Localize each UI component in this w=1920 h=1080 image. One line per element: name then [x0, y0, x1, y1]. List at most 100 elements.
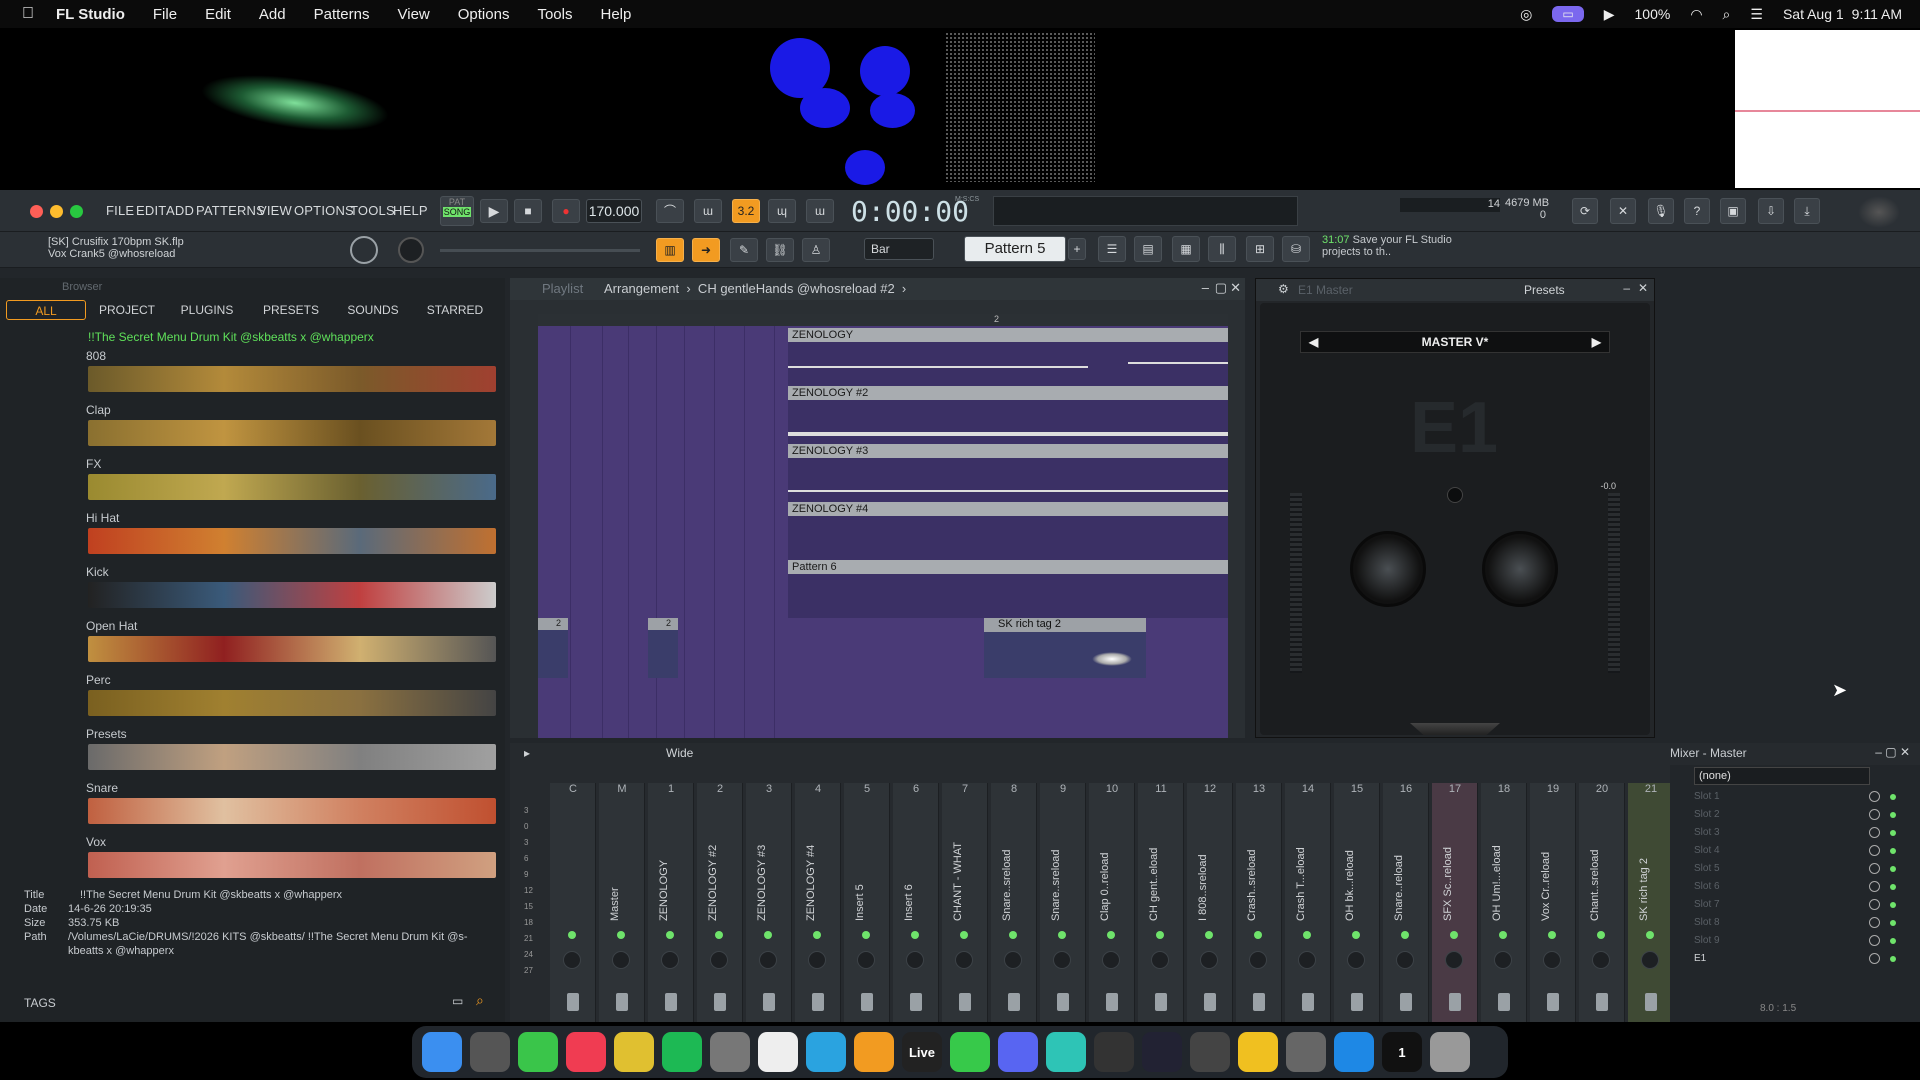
search-icon[interactable]: ⌕ — [476, 992, 484, 1009]
strip-enable-led[interactable] — [813, 931, 821, 939]
discord-icon[interactable] — [998, 1032, 1038, 1072]
playlist-title[interactable]: Playlist — [542, 281, 583, 296]
strip-fader[interactable] — [1449, 993, 1461, 1011]
pat-song-toggle[interactable]: PAT SONG — [440, 196, 474, 226]
strip-fader[interactable] — [1008, 993, 1020, 1011]
help-icon[interactable]: ? — [1684, 198, 1710, 224]
fl-menu-add[interactable]: ADD — [166, 203, 194, 218]
slot-enable-icon[interactable] — [1869, 953, 1880, 964]
strip-pan-knob[interactable] — [612, 951, 630, 969]
prev-preset-icon[interactable]: ◀ — [1309, 332, 1318, 352]
minimize-icon[interactable]: – — [1623, 281, 1630, 295]
app3-icon[interactable] — [1190, 1032, 1230, 1072]
date[interactable]: Sat Aug 1 — [1783, 6, 1844, 22]
playlist-grid[interactable]: ZENOLOGY ZENOLOGY #2 ZENOLOGY #3 ZENOLOG… — [538, 326, 1228, 738]
strip-pan-knob[interactable] — [1102, 951, 1120, 969]
clock[interactable]: 9:11 AM — [1852, 6, 1902, 22]
arrow-tool-button[interactable]: ➜ — [692, 238, 720, 262]
wait-button[interactable]: ɯ — [694, 199, 722, 223]
fl-menu-file[interactable]: FILE — [106, 203, 134, 218]
insert-select[interactable]: (none) — [1694, 767, 1870, 785]
store-button[interactable]: ⛁ — [1282, 236, 1310, 262]
slot-enable-icon[interactable] — [1869, 935, 1880, 946]
mixer-strip[interactable]: 21 SK rich tag 2 — [1628, 783, 1674, 1022]
mixer-strip[interactable]: 16 Snare..reload — [1383, 783, 1429, 1022]
clip-zenology-2-body[interactable] — [788, 400, 1228, 444]
pitch-display[interactable]: 3.2 — [732, 199, 760, 223]
strip-enable-led[interactable] — [1205, 931, 1213, 939]
playlist-breadcrumb[interactable]: Arrangement › CH gentleHands @whosreload… — [604, 281, 906, 296]
folder-clap[interactable]: Clap — [86, 403, 111, 417]
live-icon[interactable]: Live — [902, 1032, 942, 1072]
presets-label[interactable]: Presets — [1524, 283, 1565, 297]
strip-enable-led[interactable] — [666, 931, 674, 939]
mixer-strip[interactable]: 4 ZENOLOGY #4 — [795, 783, 841, 1022]
folder-icon[interactable]: ▭ — [452, 994, 463, 1008]
strip-enable-led[interactable] — [1401, 931, 1409, 939]
record-button[interactable]: ● — [552, 199, 580, 223]
fl-studio-icon[interactable] — [854, 1032, 894, 1072]
menu-options[interactable]: Options — [458, 6, 510, 23]
clip-zenology-2[interactable]: ZENOLOGY #2 — [788, 386, 1228, 400]
close-icon[interactable]: ✕ — [1638, 281, 1648, 295]
folder-open-hat[interactable]: Open Hat — [86, 619, 137, 633]
strip-fader[interactable] — [1253, 993, 1265, 1011]
one-icon[interactable]: 1 — [1382, 1032, 1422, 1072]
mixer-strip[interactable]: 5 Insert 5 — [844, 783, 890, 1022]
menu-view[interactable]: View — [398, 6, 430, 23]
folder-perc[interactable]: Perc — [86, 673, 111, 687]
strip-enable-led[interactable] — [1303, 931, 1311, 939]
slot-enable-icon[interactable] — [1869, 791, 1880, 802]
audio-clip-sk-rich-tag[interactable]: SK rich tag 2 — [984, 618, 1146, 678]
mixer-strip[interactable]: 2 ZENOLOGY #2 — [697, 783, 743, 1022]
telegram-icon[interactable] — [806, 1032, 846, 1072]
refresh-icon[interactable]: ⟳ — [1572, 198, 1598, 224]
clip-zenology-3-body[interactable] — [788, 458, 1228, 502]
strip-pan-knob[interactable] — [1151, 951, 1169, 969]
mixer-view-button[interactable]: ⫼ — [1208, 236, 1236, 262]
strip-enable-led[interactable] — [1107, 931, 1115, 939]
effect-slot[interactable]: Slot 6 — [1680, 881, 1900, 897]
strip-fader[interactable] — [665, 993, 677, 1011]
strip-enable-led[interactable] — [1548, 931, 1556, 939]
app4-icon[interactable] — [1238, 1032, 1278, 1072]
slot-enable-icon[interactable] — [1869, 881, 1880, 892]
strip-enable-led[interactable] — [1499, 931, 1507, 939]
piano-roll-button[interactable]: ▥ — [656, 238, 684, 262]
strip-fader[interactable] — [959, 993, 971, 1011]
strip-fader[interactable] — [1302, 993, 1314, 1011]
mixer-strip[interactable]: 13 Crash..sreload — [1236, 783, 1282, 1022]
mixer-strip[interactable]: 3 ZENOLOGY #3 — [746, 783, 792, 1022]
browser-title[interactable]: Browser — [62, 281, 102, 293]
mixer-title[interactable]: Mixer - Master — [1670, 746, 1747, 760]
strip-pan-knob[interactable] — [1543, 951, 1561, 969]
clip-zenology-4[interactable]: ZENOLOGY #4 — [788, 502, 1228, 516]
slot-enable-icon[interactable] — [1869, 845, 1880, 856]
mixer-strip[interactable]: 6 Insert 6 — [893, 783, 939, 1022]
clip-zenology-body[interactable] — [788, 342, 1228, 386]
strip-pan-knob[interactable] — [955, 951, 973, 969]
battery-percent[interactable]: 100% — [1635, 6, 1671, 22]
strip-enable-led[interactable] — [1597, 931, 1605, 939]
menu-add[interactable]: Add — [259, 6, 286, 23]
audio-clip-small[interactable]: 2 — [648, 618, 678, 678]
tags-label[interactable]: TAGS — [24, 996, 56, 1010]
fl-menu-options[interactable]: OPTIONS — [294, 203, 354, 218]
strip-pan-knob[interactable] — [1494, 951, 1512, 969]
music-icon[interactable] — [566, 1032, 606, 1072]
disk-icon[interactable] — [1286, 1032, 1326, 1072]
messages-icon[interactable] — [518, 1032, 558, 1072]
strip-fader[interactable] — [1645, 993, 1657, 1011]
strip-fader[interactable] — [812, 993, 824, 1011]
snap-select[interactable]: Bar — [864, 238, 934, 260]
effect-slot[interactable]: Slot 5 — [1680, 863, 1900, 879]
effect-slot[interactable]: Slot 1 — [1680, 791, 1900, 807]
strip-pan-knob[interactable] — [563, 951, 581, 969]
screen-share-icon[interactable]: ▭ — [1552, 6, 1584, 22]
slot-enable-icon[interactable] — [1869, 917, 1880, 928]
strip-pan-knob[interactable] — [906, 951, 924, 969]
browser-tab-presets[interactable]: PRESETS — [256, 300, 326, 320]
close-window-icon[interactable] — [30, 205, 43, 218]
menu-tools[interactable]: Tools — [537, 6, 572, 23]
strip-pan-knob[interactable] — [1249, 951, 1267, 969]
